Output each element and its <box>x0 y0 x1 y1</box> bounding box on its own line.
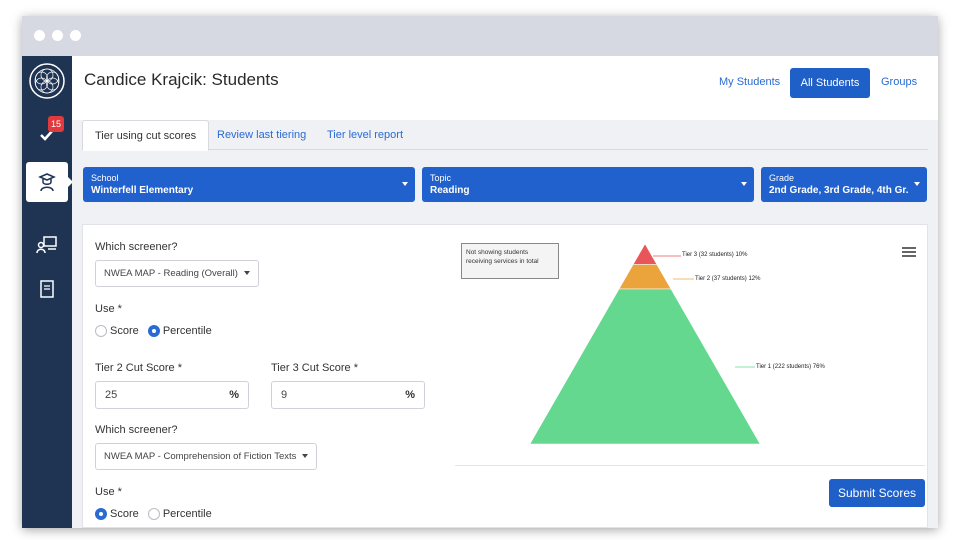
chevron-down-icon <box>914 182 920 186</box>
caret-down-icon <box>243 271 250 276</box>
tab-tier-cut-scores[interactable]: Tier using cut scores <box>82 120 210 151</box>
radio-label: Score <box>110 325 139 338</box>
screener1-use-radio-group: Score Percentile <box>95 325 218 339</box>
tier3-cut-value: 9 <box>281 389 288 401</box>
screener2-value: NWEA MAP - Comprehension of Fiction Text… <box>104 451 297 462</box>
tier3-unit: % <box>405 389 415 401</box>
groups-link[interactable]: Groups <box>881 76 917 88</box>
notification-badge: 15 <box>48 116 64 132</box>
tab-review-last-tiering[interactable]: Review last tiering <box>205 120 318 151</box>
window-dot-minimize[interactable] <box>52 30 63 41</box>
tier2-cut-label: Tier 2 Cut Score * <box>95 362 183 374</box>
pyramid-segment-tier-2[interactable] <box>618 264 672 290</box>
tier2-cut-value: 25 <box>105 389 118 401</box>
screener2-use-label: Use * <box>95 486 122 498</box>
tier2-unit: % <box>229 389 239 401</box>
screener1-select[interactable]: NWEA MAP - Reading (Overall) <box>95 260 259 287</box>
book-icon[interactable] <box>34 276 60 302</box>
school-filter[interactable]: School Winterfell Elementary <box>83 167 415 202</box>
tier2-label: Tier 2 (37 students) 12% <box>695 276 761 282</box>
tier3-label: Tier 3 (32 students) 10% <box>682 252 748 258</box>
student-icon <box>38 173 56 192</box>
radio-label: Percentile <box>162 325 212 338</box>
topic-filter-value: Reading <box>430 185 470 196</box>
chevron-down-icon <box>402 182 408 186</box>
school-filter-label: School <box>91 173 119 183</box>
radio-checked-icon <box>95 508 107 521</box>
tab-tier-level-report[interactable]: Tier level report <box>315 120 415 151</box>
radio-unchecked-icon <box>147 508 160 521</box>
page-title: Candice Krajcik: Students <box>84 70 279 89</box>
screener2-label: Which screener? <box>95 424 178 436</box>
screener1-percentile-radio[interactable]: Percentile <box>147 325 212 338</box>
topic-filter[interactable]: Topic Reading <box>422 167 754 202</box>
my-students-link[interactable]: My Students <box>719 76 780 88</box>
submit-scores-button[interactable]: Submit Scores <box>829 479 925 507</box>
window-dot-maximize[interactable] <box>70 30 81 41</box>
grade-filter-value: 2nd Grade, 3rd Grade, 4th Gr.. <box>769 185 909 196</box>
chart-divider <box>455 465 925 466</box>
topic-filter-label: Topic <box>430 173 452 183</box>
sidebar: 15 <box>22 56 73 528</box>
logo-icon[interactable] <box>28 62 66 100</box>
tier-pyramid-chart <box>529 243 761 445</box>
grade-filter[interactable]: Grade 2nd Grade, 3rd Grade, 4th Gr.. <box>761 167 927 202</box>
screener2-select[interactable]: NWEA MAP - Comprehension of Fiction Text… <box>95 443 318 470</box>
caret-down-icon <box>302 454 309 459</box>
tier3-cut-label: Tier 3 Cut Score * <box>271 362 359 374</box>
screener1-value: NWEA MAP - Reading (Overall) <box>104 268 238 279</box>
window-dot-close[interactable] <box>34 30 45 41</box>
screener1-score-radio[interactable]: Score <box>95 325 139 338</box>
page-header: Candice Krajcik: Students My Students Al… <box>72 56 938 120</box>
school-filter-value: Winterfell Elementary <box>91 185 194 196</box>
tier1-label: Tier 1 (222 students) 76% <box>756 364 825 370</box>
screener1-label: Which screener? <box>95 241 178 253</box>
window-titlebar <box>22 16 938 56</box>
tab-bar: Tier using cut scores Review last tierin… <box>82 120 928 151</box>
hamburger-menu-icon[interactable] <box>902 247 916 257</box>
main-content: Candice Krajcik: Students My Students Al… <box>72 56 938 528</box>
sidebar-item-students[interactable] <box>26 162 68 202</box>
app-window: 15 Candice Krajcik: Students My Students… <box>22 16 938 528</box>
pyramid-segment-tier-1[interactable] <box>529 288 761 445</box>
tiering-panel: Which screener? NWEA MAP - Reading (Over… <box>82 224 928 528</box>
screener2-percentile-radio[interactable]: Percentile <box>147 508 212 521</box>
pyramid-segment-tier-3[interactable] <box>632 243 658 265</box>
screener1-use-label: Use * <box>95 303 122 315</box>
teacher-board-icon[interactable] <box>34 232 60 258</box>
tier2-cut-input[interactable]: 25 % <box>95 381 249 409</box>
screener2-score-radio[interactable]: Score <box>95 508 139 521</box>
radio-checked-icon <box>147 325 160 338</box>
radio-label: Score <box>110 508 139 521</box>
tier3-cut-input[interactable]: 9 % <box>271 381 425 409</box>
radio-label: Percentile <box>162 508 212 521</box>
radio-unchecked-icon <box>95 325 107 338</box>
chevron-down-icon <box>741 182 747 186</box>
all-students-button[interactable]: All Students <box>790 68 870 98</box>
screener2-use-radio-group: Score Percentile <box>95 508 218 522</box>
grade-filter-label: Grade <box>769 173 795 183</box>
